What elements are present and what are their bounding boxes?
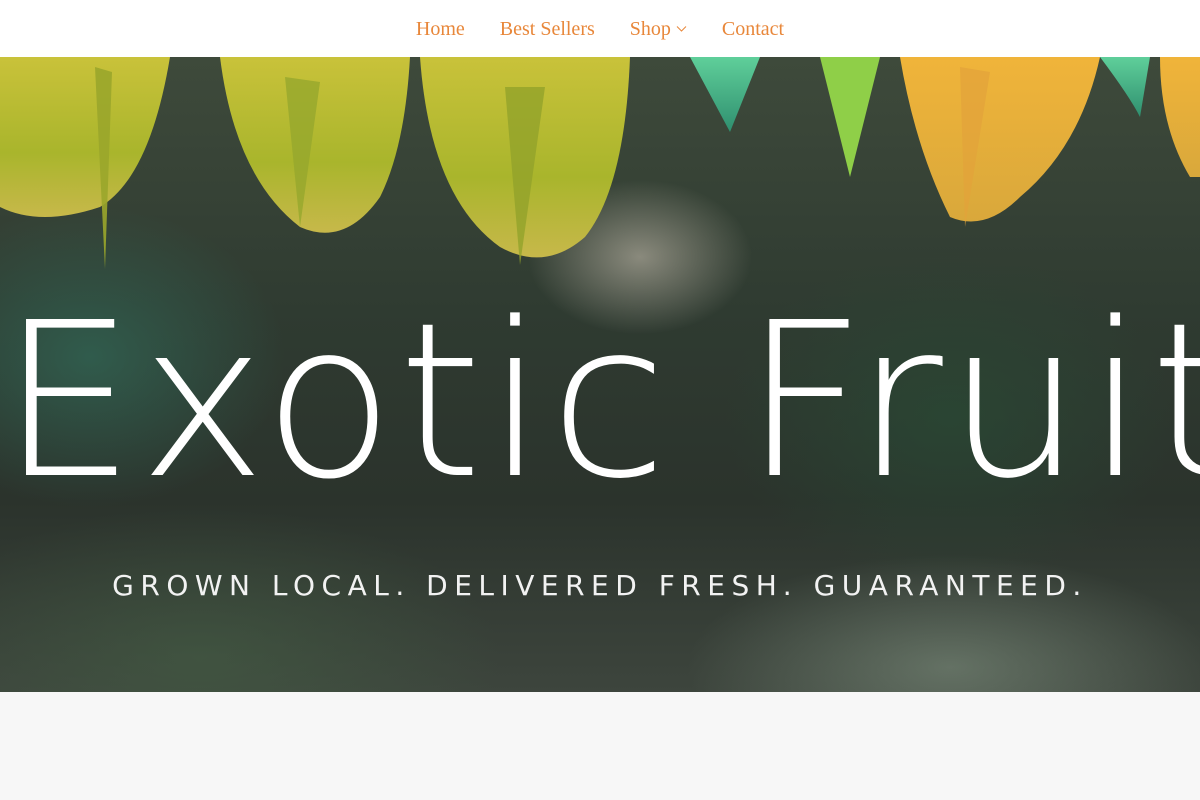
hero-title: Exotic Fruit <box>0 277 1200 526</box>
nav-link-home[interactable]: Home <box>416 19 465 39</box>
nav-link-shop[interactable]: Shop <box>630 19 687 39</box>
nav-link-shop-label: Shop <box>629 17 671 40</box>
nav-link-contact[interactable]: Contact <box>722 19 784 39</box>
hero-banner: Exotic Fruit GROWN LOCAL. DELIVERED FRES… <box>0 57 1200 692</box>
hero-tagline: GROWN LOCAL. DELIVERED FRESH. GUARANTEED… <box>112 569 1088 602</box>
nav-link-best-sellers[interactable]: Best Sellers <box>500 19 595 39</box>
top-navigation: Home Best Sellers Shop Contact <box>0 0 1200 57</box>
star-fruit-image <box>0 57 1200 269</box>
chevron-down-icon <box>676 25 687 32</box>
content-area <box>0 692 1200 800</box>
